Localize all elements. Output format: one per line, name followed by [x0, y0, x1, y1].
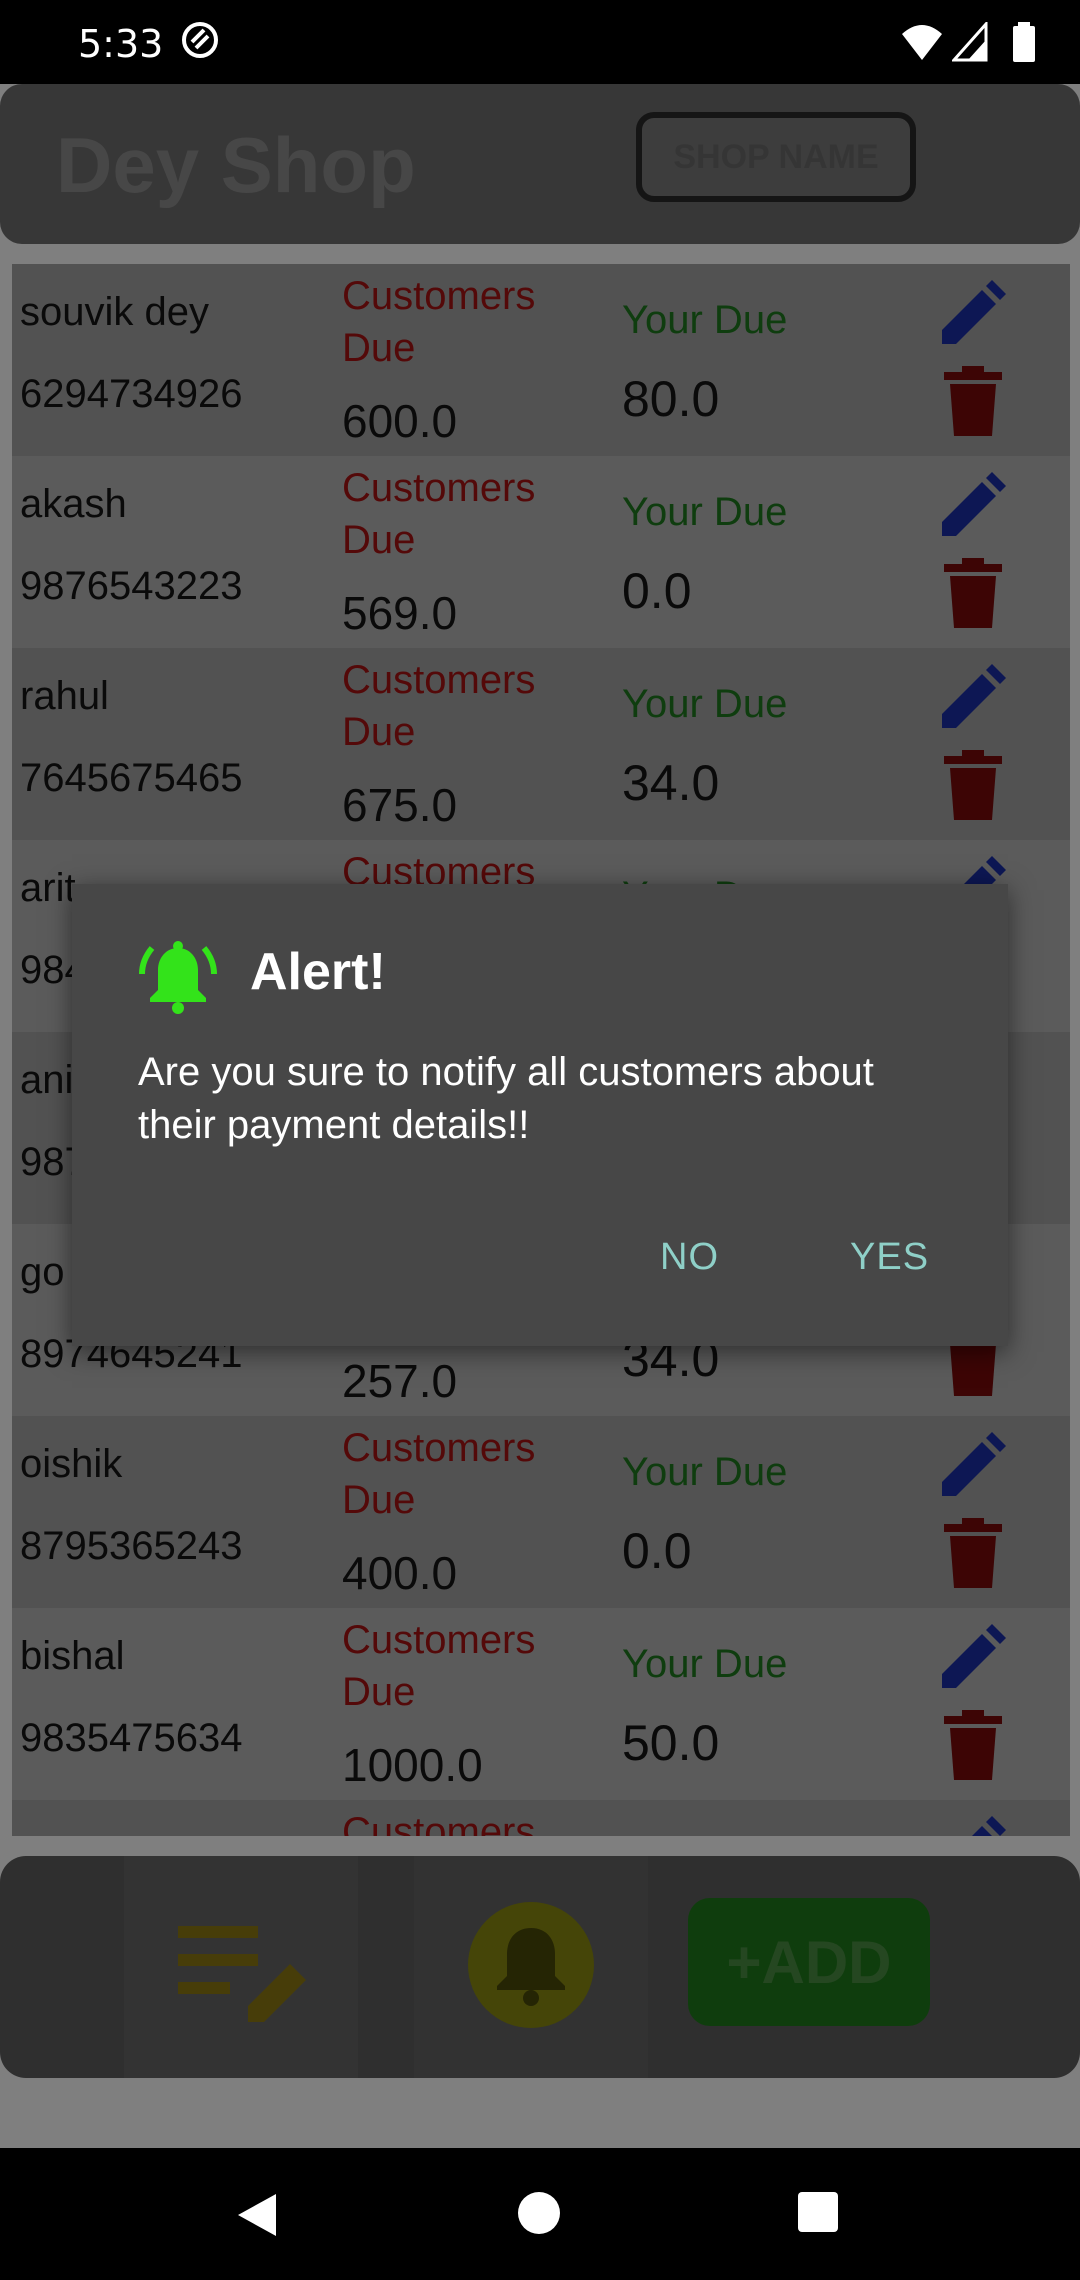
- back-icon[interactable]: [234, 2190, 280, 2240]
- wifi-icon: [902, 25, 942, 60]
- home-icon[interactable]: [518, 2192, 560, 2234]
- battery-icon: [1013, 22, 1035, 62]
- no-button[interactable]: NO: [660, 1236, 719, 1279]
- recents-icon[interactable]: [798, 2192, 838, 2232]
- yes-button[interactable]: YES: [850, 1236, 929, 1279]
- signal-icon: [952, 22, 988, 62]
- status-bar: 5:33: [0, 0, 1080, 84]
- system-nav-bar: [0, 2148, 1080, 2280]
- app-screen: 5:33 Dey Shop SHOP NAME souvik dey629473…: [0, 0, 1080, 2280]
- dialog-title: Alert!: [250, 943, 386, 1001]
- alert-dialog: Alert! Are you sure to notify all custom…: [72, 884, 1008, 1346]
- at-sign-icon: [182, 22, 218, 58]
- dialog-message: Are you sure to notify all customers abo…: [138, 1050, 874, 1147]
- bell-ringing-icon: [139, 941, 217, 1014]
- status-time: 5:33: [78, 22, 164, 66]
